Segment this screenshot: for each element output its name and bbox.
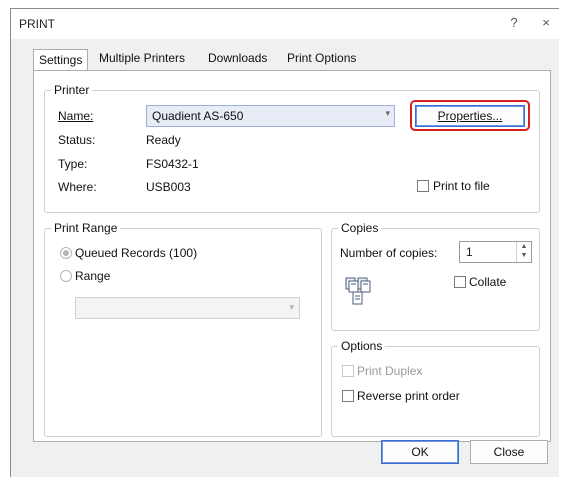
queued-records-label: Queued Records (100) (75, 246, 198, 260)
close-button[interactable]: Close (470, 440, 548, 464)
settings-panel: Printer Name: Quadient AS-650 ▾ Properti… (33, 70, 551, 442)
chevron-down-icon: ▾ (385, 108, 390, 118)
options-group: Options (331, 339, 540, 437)
range-label: Range (75, 269, 111, 283)
close-icon[interactable]: × (537, 15, 555, 30)
status-label: Status: (58, 133, 96, 147)
copies-legend: Copies (341, 221, 379, 235)
properties-button[interactable]: Properties... (415, 105, 525, 127)
help-button[interactable]: ? (505, 15, 523, 30)
collate-checkbox[interactable] (454, 276, 466, 288)
tab-multiple-printers[interactable]: Multiple Printers (99, 51, 185, 65)
chevron-down-icon: ▾ (289, 302, 294, 312)
printer-name-value: Quadient AS-650 (152, 109, 244, 123)
print-range-legend: Print Range (54, 221, 118, 235)
name-label: Name: (58, 109, 94, 123)
title-bar: PRINT ? × (11, 9, 559, 39)
tab-print-options[interactable]: Print Options (287, 51, 356, 65)
tab-downloads[interactable]: Downloads (208, 51, 267, 65)
status-value: Ready (146, 133, 181, 147)
type-value: FS0432-1 (146, 157, 199, 171)
number-of-copies-label: Number of copies: (340, 246, 438, 260)
dialog-title: PRINT (19, 17, 55, 31)
range-select[interactable]: ▾ (75, 297, 300, 319)
collate-pages-icon (345, 277, 371, 305)
tab-settings[interactable]: Settings (33, 49, 89, 71)
type-label: Type: (58, 157, 88, 171)
copies-stepper[interactable]: 1 ▲ ▼ (459, 241, 532, 263)
copies-value: 1 (466, 245, 473, 259)
ok-button[interactable]: OK (381, 440, 459, 464)
print-to-file-checkbox[interactable] (417, 180, 429, 192)
reverse-print-order-label: Reverse print order (357, 389, 460, 403)
where-label: Where: (58, 180, 97, 194)
print-to-file-label: Print to file (433, 179, 490, 193)
range-radio[interactable] (60, 270, 72, 282)
options-legend: Options (341, 339, 383, 353)
print-duplex-label: Print Duplex (357, 364, 423, 378)
properties-button-label: Properties... (437, 109, 503, 123)
queued-records-radio[interactable] (60, 247, 72, 259)
printer-legend: Printer (54, 83, 90, 97)
print-duplex-checkbox[interactable] (342, 365, 354, 377)
stepper-arrows-icon[interactable]: ▲ ▼ (516, 242, 531, 262)
reverse-print-order-checkbox[interactable] (342, 390, 354, 402)
where-value: USB003 (146, 180, 191, 194)
collate-label: Collate (469, 275, 507, 289)
printer-name-select[interactable]: Quadient AS-650 ▾ (146, 105, 395, 127)
print-dialog: PRINT ? × Settings Multiple Printers Dow… (10, 8, 559, 477)
